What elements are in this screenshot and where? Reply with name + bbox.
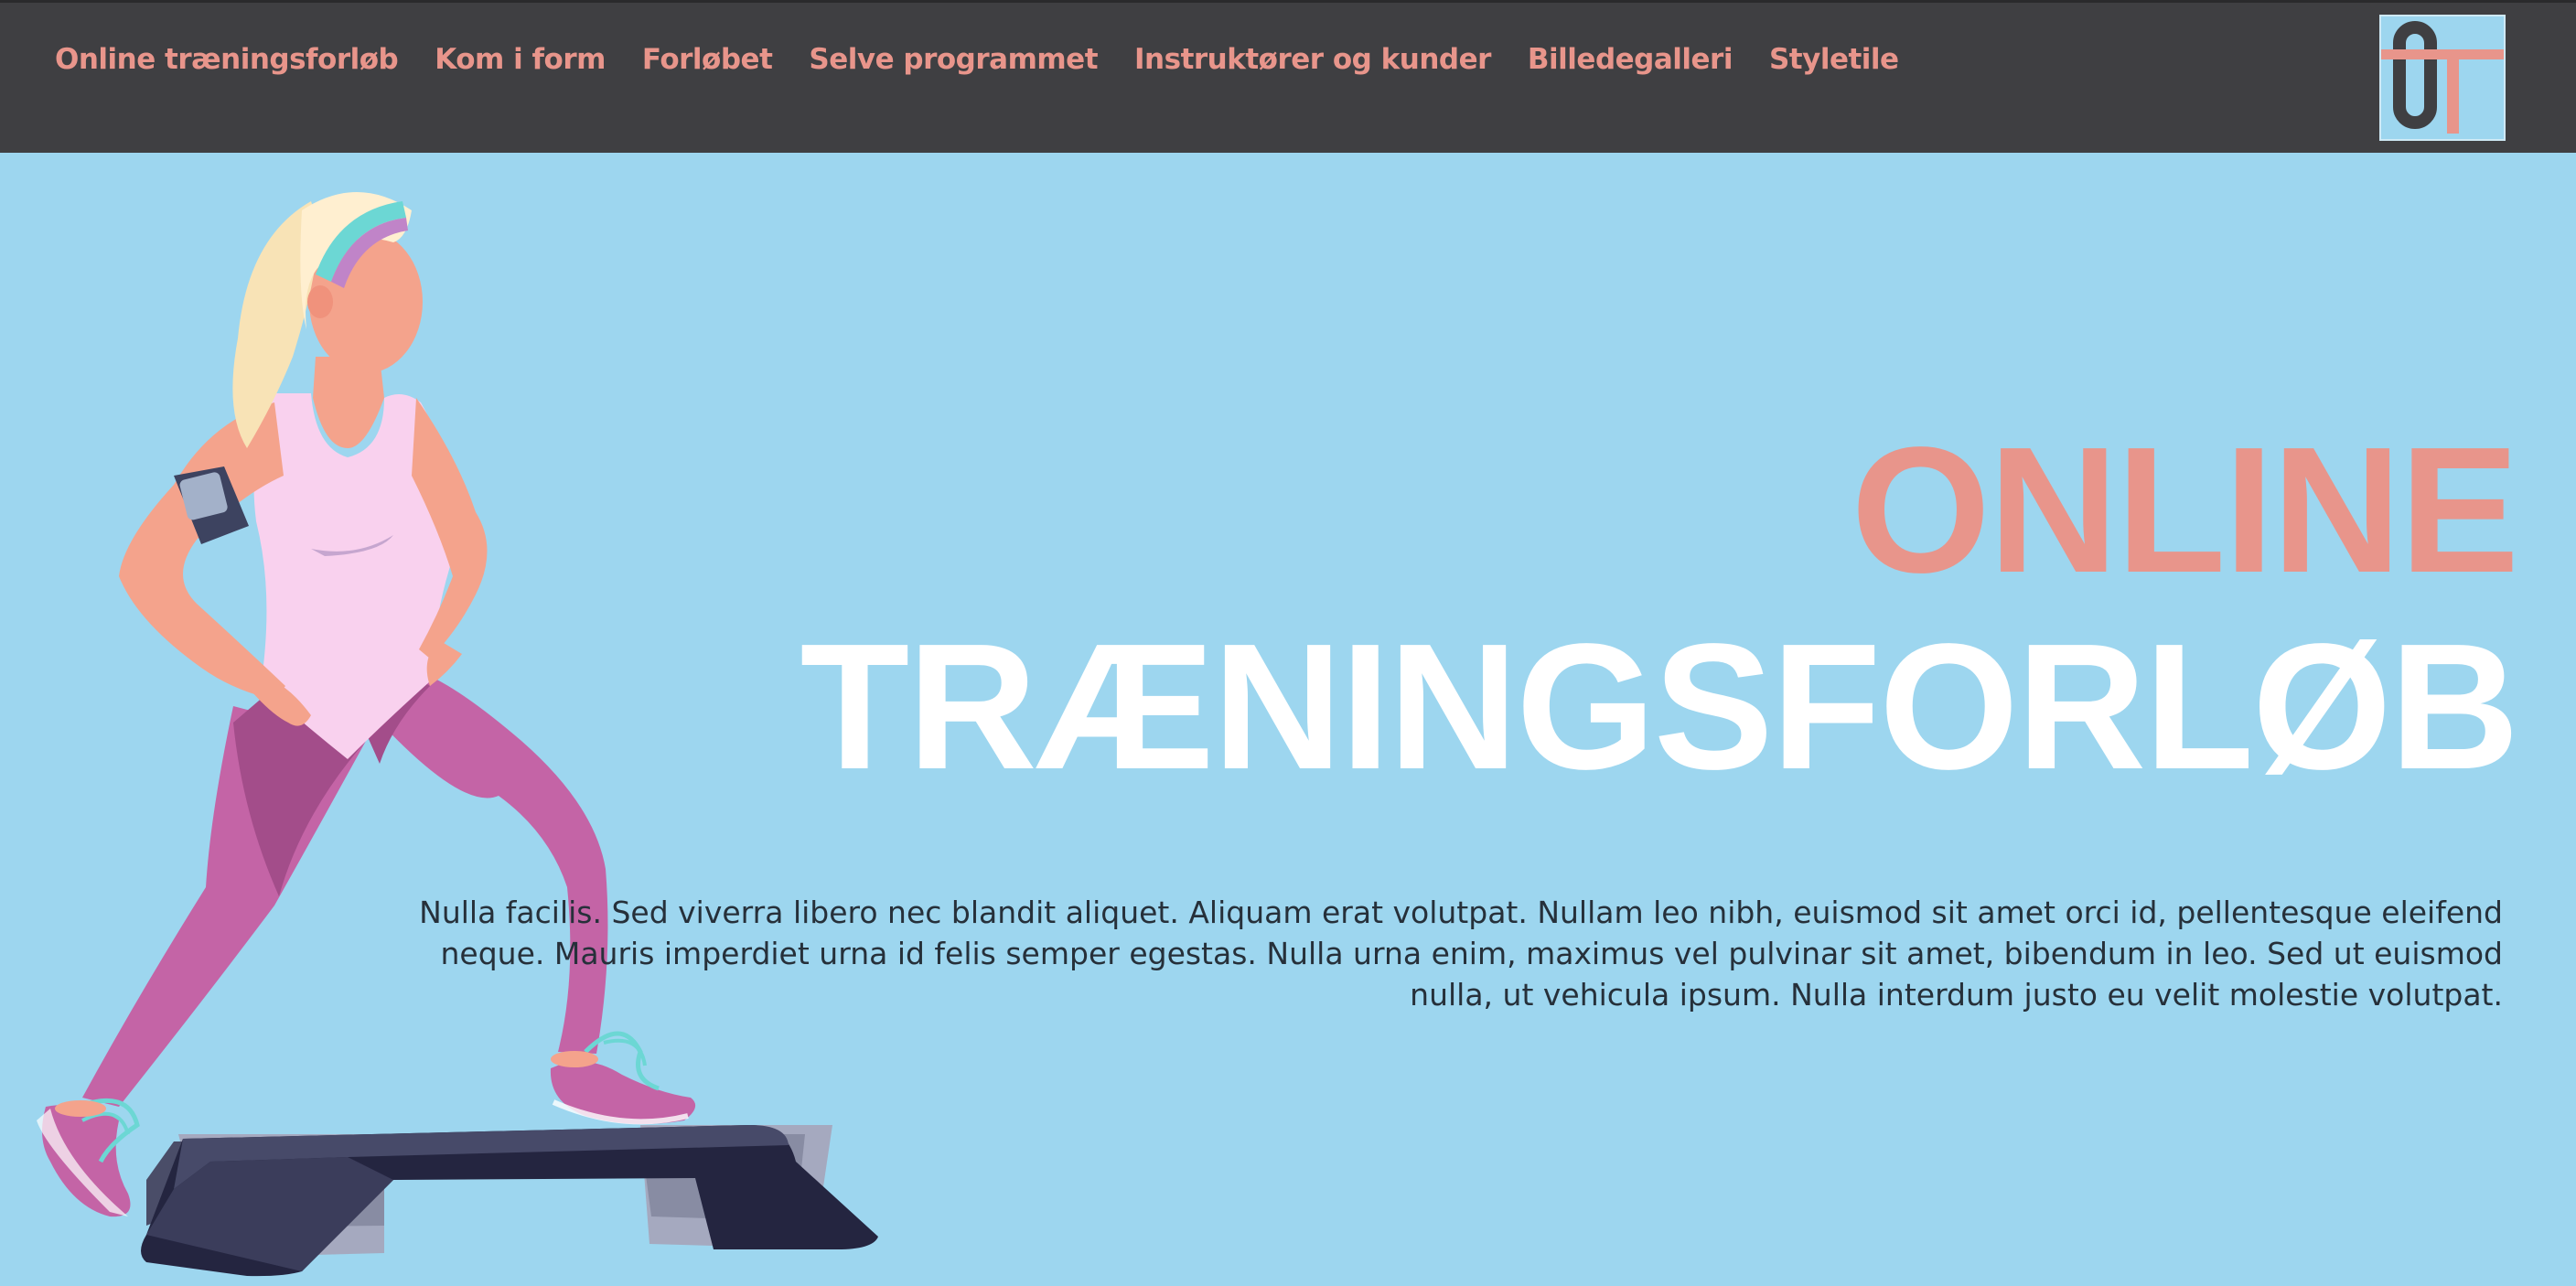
hero-title-line-online: ONLINE (1851, 410, 2519, 610)
woman-step-exercise-illustration (37, 192, 878, 1277)
nav-link-online-traeningsforloeb[interactable]: Online træningsforløb (55, 43, 399, 76)
nav-link-forloebet[interactable]: Forløbet (642, 43, 773, 76)
top-navigation-bar: Online træningsforløb Kom i form Forløbe… (0, 0, 2576, 153)
step-platform-icon (141, 1125, 878, 1277)
nav-link-billedegalleri[interactable]: Billedegalleri (1528, 43, 1733, 76)
hero-title-line-traeningsforloeb: TRÆNINGSFORLØB (800, 606, 2519, 807)
ot-logo[interactable] (2379, 15, 2506, 141)
nav-link-instruktoerer-og-kunder[interactable]: Instruktører og kunder (1134, 43, 1491, 76)
hero-title: ONLINE TRÆNINGSFORLØB (800, 410, 2519, 807)
main-nav: Online træningsforløb Kom i form Forløbe… (55, 43, 1899, 76)
nav-link-kom-i-form[interactable]: Kom i form (435, 43, 606, 76)
hero-description: Nulla facilis. Sed viverra libero nec bl… (419, 895, 2503, 1013)
ot-logo-icon (2381, 21, 2504, 134)
nav-link-styletile[interactable]: Styletile (1769, 43, 1899, 76)
nav-link-selve-programmet[interactable]: Selve programmet (809, 43, 1098, 76)
